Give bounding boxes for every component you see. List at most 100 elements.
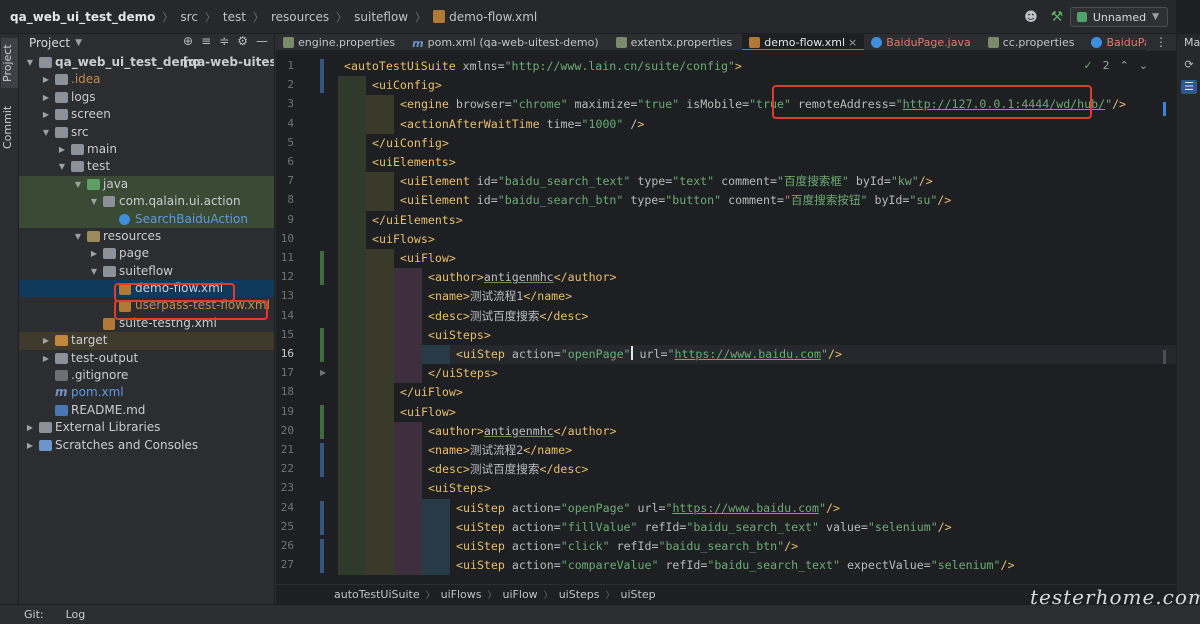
chevron-right-icon[interactable]: ▶ [57, 141, 67, 158]
log-tool-tab[interactable]: Log [66, 608, 86, 621]
code-line[interactable]: <uiSteps> [338, 325, 1176, 345]
code-line[interactable]: <uiStep action="click" refId="baidu_sear… [338, 537, 1176, 557]
chevron-right-icon[interactable]: ▶ [25, 419, 35, 436]
code-line[interactable]: <uiStep action="fillValue" refId="baidu_… [338, 517, 1176, 537]
code-line[interactable]: </uiSteps> [338, 364, 1176, 384]
breadcrumb-resources[interactable]: resources [271, 10, 329, 24]
chevron-right-icon[interactable]: ▶ [25, 437, 35, 454]
scrollbar-marker[interactable] [1163, 102, 1166, 116]
collapse-all-icon[interactable]: ≡ [201, 34, 211, 48]
code-line[interactable]: <uiFlows> [338, 229, 1176, 249]
tree-item[interactable]: ▶ screen [19, 106, 274, 123]
commit-tool-tab[interactable]: Commit [1, 102, 18, 152]
code-line[interactable]: <uiSteps> [338, 479, 1176, 499]
code-line[interactable]: <autoTestUiSuite xmlns="http://www.lain.… [338, 57, 1176, 76]
vcs-change-marker[interactable] [320, 443, 324, 478]
breadcrumb-src[interactable]: src [180, 10, 198, 24]
fold-arrow-icon[interactable]: ▶ [320, 368, 326, 377]
chevron-down-icon[interactable]: ▼ [75, 38, 82, 48]
code-line[interactable]: </uiConfig> [338, 133, 1176, 153]
inspection-widget[interactable]: ✓ 2 ⌃ ⌄ [1083, 59, 1148, 72]
vcs-change-marker[interactable] [320, 500, 324, 535]
code-line[interactable]: <uiElements> [338, 153, 1176, 173]
chevron-right-icon[interactable]: ▶ [41, 332, 51, 349]
user-icon[interactable]: ☻ [1018, 10, 1044, 25]
code-line[interactable]: <author>antigenmhc</author> [338, 421, 1176, 441]
code-line[interactable]: </uiFlow> [338, 383, 1176, 403]
vcs-change-marker[interactable] [320, 327, 324, 363]
close-icon[interactable]: × [848, 36, 857, 49]
tree-item[interactable]: ▶ Scratches and Consoles [19, 437, 274, 454]
code-breadcrumb-item[interactable]: uiStep [621, 588, 656, 601]
git-tool-tab[interactable]: Git: [24, 608, 44, 621]
tree-item[interactable]: ▶ External Libraries [19, 419, 274, 436]
project-panel-title[interactable]: Project [29, 36, 70, 50]
breadcrumb-project[interactable]: qa_web_ui_test_demo [10, 10, 155, 24]
tree-item[interactable]: ▼ resources [19, 228, 274, 245]
minimize-icon[interactable]: — [256, 34, 268, 48]
code-breadcrumb-item[interactable]: autoTestUiSuite [334, 588, 420, 601]
tree-item[interactable]: ▼ test [19, 158, 274, 175]
tree-item[interactable]: ▶ page [19, 245, 274, 262]
editor-tab[interactable]: m pom.xml (qa-web-uitest-demo) [405, 34, 608, 50]
code-line[interactable]: <uiElement id="baidu_search_btn" type="b… [338, 191, 1176, 211]
vcs-change-marker[interactable] [320, 539, 324, 574]
chevron-up-icon[interactable]: ⌃ [1120, 59, 1129, 72]
tree-item[interactable]: ▶ logs [19, 89, 274, 106]
tree-item[interactable]: ▼ com.qalain.ui.action [19, 193, 274, 211]
tree-item[interactable]: ▼ qa_web_ui_test_demo[qa-web-uitest- [19, 54, 274, 71]
chevron-down-icon[interactable]: ⌄ [1139, 59, 1148, 72]
run-config-dropdown[interactable]: Unnamed ▼ [1069, 7, 1168, 27]
chevron-down-icon[interactable]: ▼ [73, 176, 83, 193]
chevron-right-icon[interactable]: ▶ [41, 89, 51, 106]
chevron-right-icon[interactable]: ▶ [89, 245, 99, 262]
tree-item[interactable]: README.md [19, 402, 274, 419]
code-line[interactable]: <author>antigenmhc</author> [338, 268, 1176, 288]
chevron-down-icon[interactable]: ▼ [89, 263, 99, 280]
tree-item[interactable]: ▶ target [19, 332, 274, 350]
code-breadcrumb-item[interactable]: uiSteps [559, 588, 600, 601]
tree-item[interactable]: ▼ java [19, 175, 274, 194]
locate-icon[interactable]: ⊕ [183, 34, 193, 48]
code-breadcrumb-item[interactable]: uiFlow [503, 588, 538, 601]
tree-item[interactable]: .gitignore [19, 367, 274, 384]
expand-all-icon[interactable]: ≑ [219, 34, 229, 48]
more-tabs-icon[interactable]: ⋮ [1146, 34, 1176, 51]
scrollbar-marker[interactable] [1163, 350, 1166, 364]
code-line[interactable]: <uiFlow> [338, 402, 1176, 422]
tree-item[interactable]: ▼ suiteflow [19, 263, 274, 280]
tree-item[interactable]: m pom.xml [19, 384, 274, 401]
chevron-right-icon[interactable]: ▶ [41, 350, 51, 367]
tree-item[interactable]: SearchBaiduAction [19, 210, 274, 228]
chevron-right-icon[interactable]: ▶ [41, 71, 51, 88]
gear-icon[interactable]: ⚙ [237, 34, 248, 48]
chevron-down-icon[interactable]: ▼ [41, 124, 51, 141]
vcs-change-marker[interactable] [320, 251, 324, 286]
code-line[interactable]: <name>测试流程1</name> [338, 287, 1176, 307]
code-line[interactable]: </uiElements> [338, 210, 1176, 230]
vcs-change-marker[interactable] [320, 59, 324, 94]
code-line[interactable]: <desc>测试百度搜索</desc> [338, 460, 1176, 480]
code-line[interactable]: <uiStep action="compareValue" refId="bai… [338, 556, 1176, 576]
maven-tool-tab[interactable]: Ma [1184, 36, 1200, 49]
editor-tab[interactable]: engine.properties [276, 34, 405, 50]
tree-item[interactable]: ▶ test-output [19, 350, 274, 367]
tree-item[interactable]: ▶ .idea [19, 71, 274, 88]
breadcrumb-suiteflow[interactable]: suiteflow [354, 10, 408, 24]
code-line[interactable]: <uiStep action="openPage" url="https://w… [338, 345, 1176, 365]
editor-tab[interactable]: cc.properties [981, 34, 1085, 50]
editor-tab[interactable]: extentx.properties [609, 34, 743, 50]
tree-item[interactable]: ▶ main [19, 141, 274, 158]
chevron-right-icon[interactable]: ▶ [41, 106, 51, 123]
code-area[interactable]: <autoTestUiSuite xmlns="http://www.lain.… [338, 53, 1176, 583]
vcs-change-marker[interactable] [320, 404, 324, 439]
build-hammer-icon[interactable]: ⚒ [1044, 9, 1070, 25]
code-line[interactable]: <name>测试流程2</name> [338, 441, 1176, 461]
chevron-down-icon[interactable]: ▼ [57, 158, 67, 175]
tree-item[interactable]: ▼ src [19, 124, 274, 141]
code-line[interactable]: <uiFlow> [338, 249, 1176, 269]
code-line[interactable]: <uiElement id="baidu_search_text" type="… [338, 172, 1176, 192]
code-line[interactable]: <desc>测试百度搜索</desc> [338, 306, 1176, 326]
refresh-icon[interactable]: ⟳ [1181, 58, 1197, 72]
editor-tab[interactable]: demo-flow.xml × [742, 34, 865, 50]
